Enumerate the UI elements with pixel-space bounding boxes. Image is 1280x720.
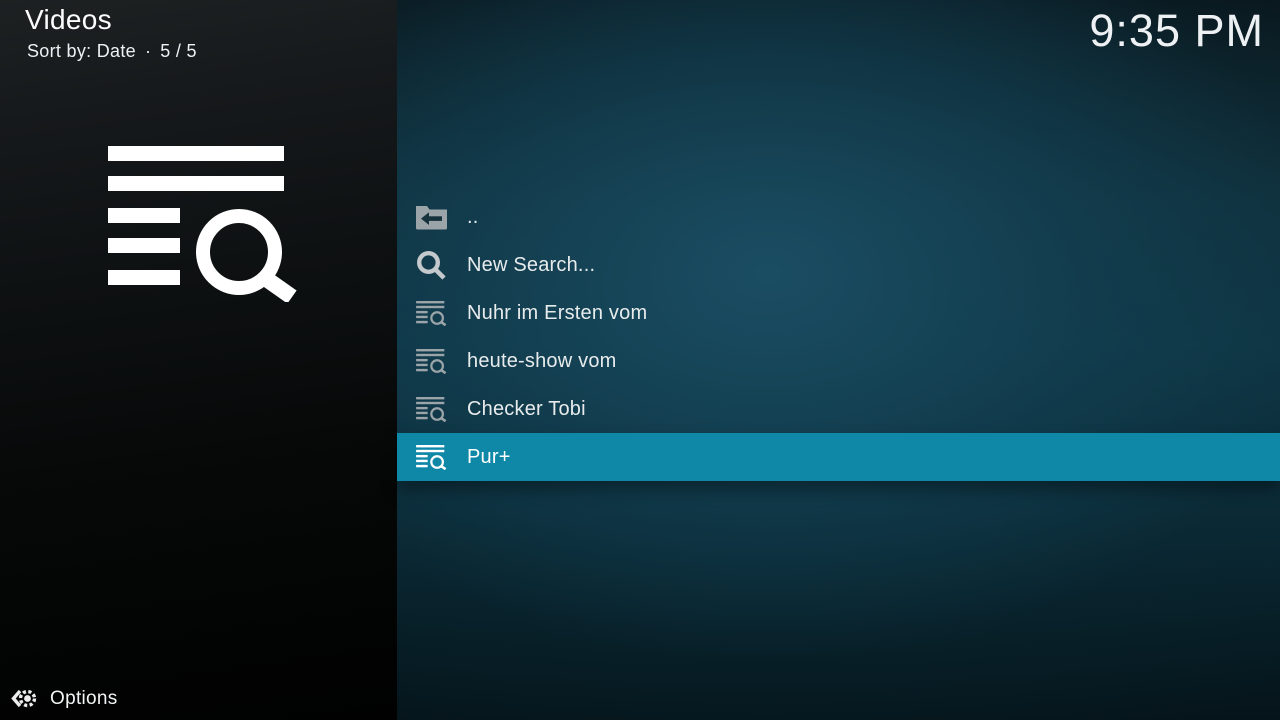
- list-item-label: heute-show vom: [467, 350, 617, 373]
- list-item-label: Pur+: [467, 446, 511, 469]
- clock: 9:35 PM: [1089, 5, 1264, 57]
- list-item-label: Nuhr im Ersten vom: [467, 302, 647, 325]
- list-item[interactable]: Nuhr im Ersten vom: [397, 289, 1280, 337]
- list-item-label: New Search...: [467, 254, 595, 277]
- page-title: Videos: [25, 4, 197, 36]
- list-item-parent-folder[interactable]: ..: [397, 193, 1280, 241]
- media-list: .. New Search... Nuhr im Ersten vom: [397, 193, 1280, 481]
- sort-by-label: Sort by: Date: [27, 41, 136, 61]
- options-button[interactable]: Options: [10, 685, 118, 712]
- header: Videos Sort by: Date · 5 / 5: [25, 4, 197, 62]
- folder-back-icon: [415, 201, 447, 233]
- options-gear-icon: [10, 685, 37, 712]
- list-item[interactable]: Checker Tobi: [397, 385, 1280, 433]
- options-label: Options: [50, 688, 118, 710]
- list-item[interactable]: heute-show vom: [397, 337, 1280, 385]
- list-item-selected[interactable]: Pur+: [397, 433, 1280, 481]
- item-count: 5 / 5: [160, 41, 197, 61]
- saved-search-icon: [415, 297, 447, 329]
- separator-dot: ·: [145, 41, 151, 61]
- list-item-new-search[interactable]: New Search...: [397, 241, 1280, 289]
- saved-search-icon: [415, 441, 447, 473]
- left-panel: Videos Sort by: Date · 5 / 5 Options: [0, 0, 397, 720]
- list-item-label: ..: [467, 206, 479, 229]
- search-icon: [415, 249, 447, 281]
- list-item-label: Checker Tobi: [467, 398, 586, 421]
- saved-search-icon: [415, 393, 447, 425]
- saved-search-icon: [415, 345, 447, 377]
- video-search-list-icon: [108, 146, 300, 302]
- sort-status: Sort by: Date · 5 / 5: [27, 41, 197, 62]
